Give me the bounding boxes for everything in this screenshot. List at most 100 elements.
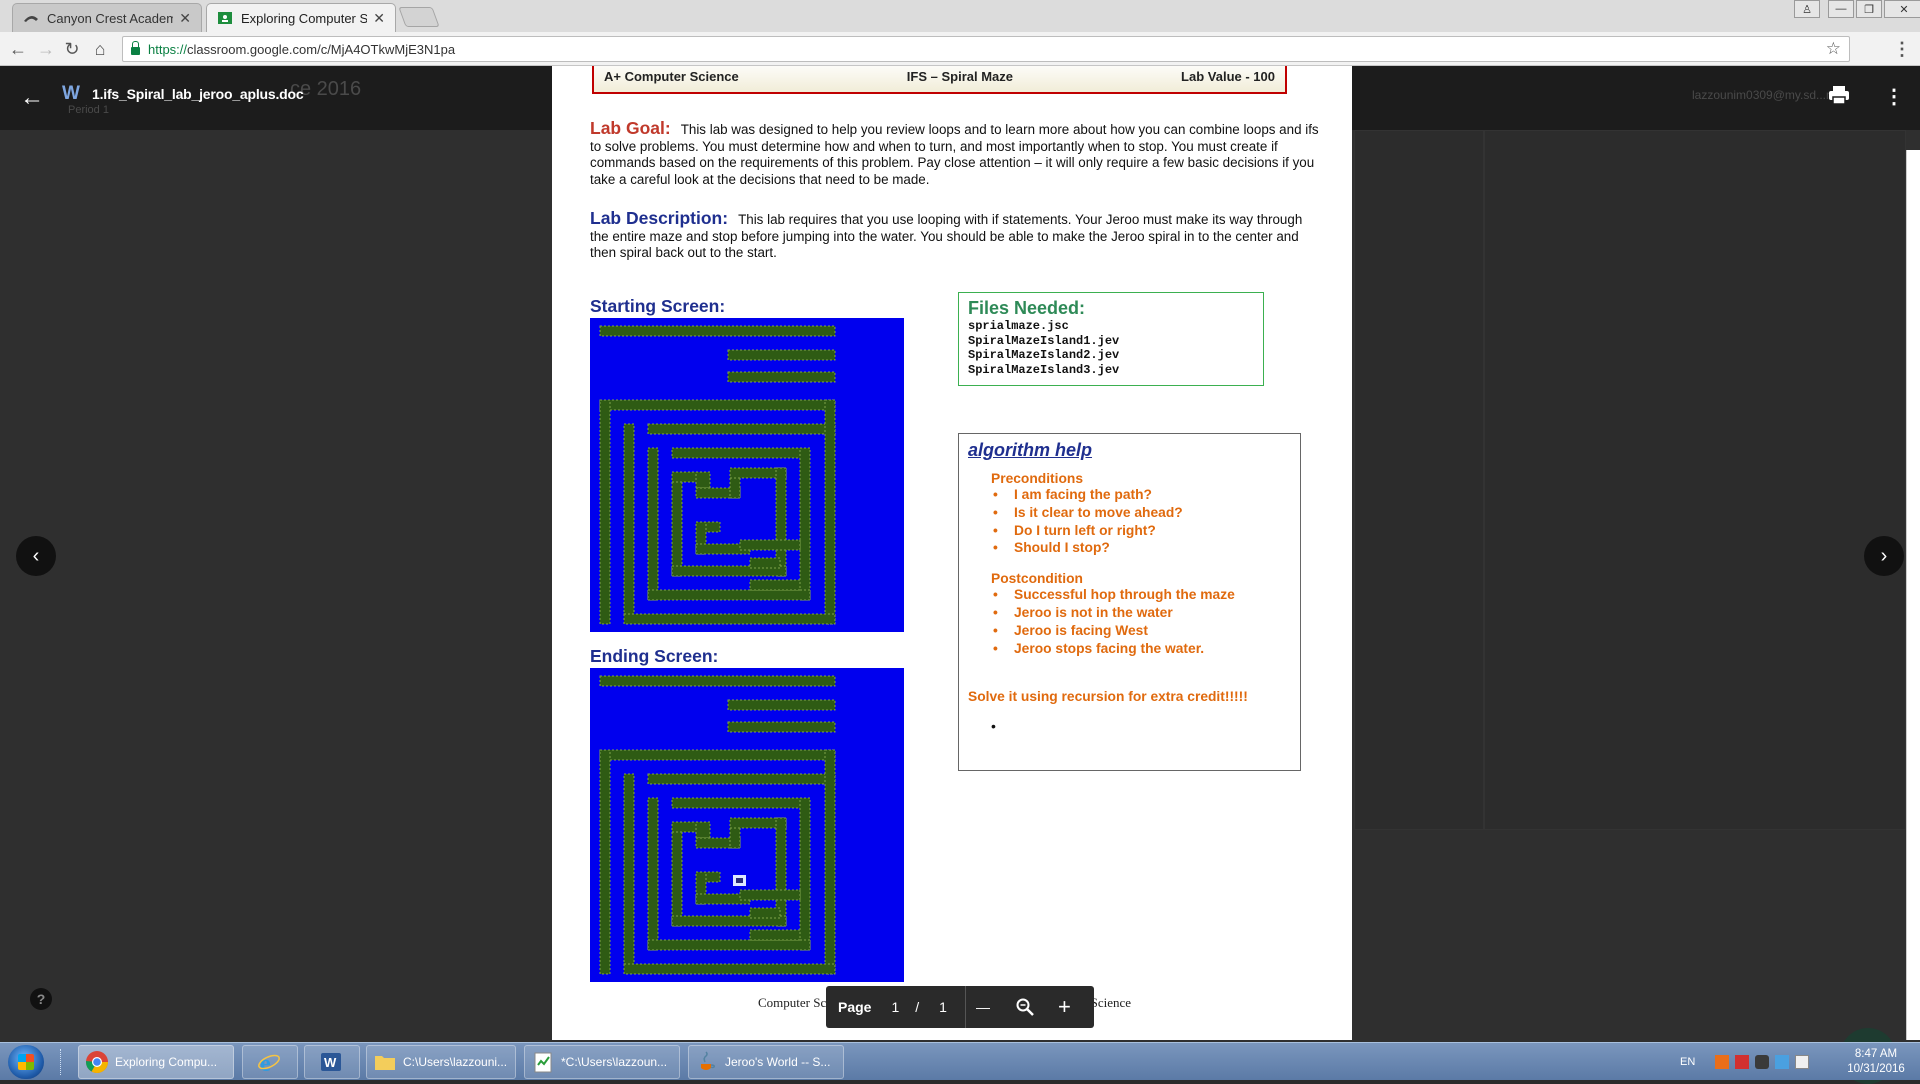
back-arrow-icon[interactable]: ← <box>20 84 44 112</box>
zoom-in-button[interactable]: + <box>1058 994 1071 1020</box>
hedge-segment <box>647 939 811 951</box>
hedge-segment <box>671 447 811 459</box>
hedge-segment <box>647 447 659 601</box>
tab-title: Exploring Computer Scie <box>241 10 368 26</box>
taskbar-label: Jeroo's World -- S... <box>725 1055 831 1069</box>
preconditions-list: I am facing the path? Is it clear to mov… <box>991 486 1291 557</box>
java-icon <box>701 1051 715 1070</box>
classroom-favicon-icon <box>218 12 232 24</box>
lock-icon <box>131 41 140 55</box>
address-bar[interactable]: https:// classroom.google.com/c/MjA4OTkw… <box>122 36 1850 62</box>
hedge-segment <box>739 889 801 901</box>
taskbar-jeroo-world[interactable]: Jeroo's World -- S... <box>688 1045 844 1079</box>
bookmark-star-icon[interactable]: ☆ <box>1826 39 1841 59</box>
hedge-segment <box>599 749 611 975</box>
next-file-icon[interactable]: › <box>1864 536 1904 576</box>
hedge-segment <box>647 589 811 601</box>
tab-exploring-cs[interactable]: Exploring Computer Scie ✕ <box>206 3 396 32</box>
header-lab-title: IFS – Spiral Maze <box>906 68 1013 84</box>
system-tray: EN <box>1680 1047 1815 1077</box>
taskbar-ie[interactable]: e <box>242 1045 298 1079</box>
url-scheme: https:// <box>148 41 188 57</box>
maze-drawing <box>599 325 836 625</box>
hedge-segment <box>799 447 811 601</box>
help-icon[interactable]: ? <box>30 988 52 1010</box>
hedge-segment <box>749 907 781 919</box>
list-item: Jeroo is facing West <box>991 622 1291 640</box>
hedge-segment <box>727 349 836 361</box>
print-icon[interactable] <box>1828 84 1850 106</box>
hedge-segment <box>599 399 611 625</box>
background-period: Period 1 <box>68 104 109 116</box>
hedge-segment <box>647 423 836 435</box>
profile-icon[interactable]: ♙ <box>1794 0 1820 18</box>
notepad-icon <box>534 1052 552 1073</box>
minimize-icon[interactable]: — <box>1828 0 1854 18</box>
header-lab-value: Lab Value - 100 <box>1181 68 1275 84</box>
zoom-icon[interactable] <box>1016 998 1034 1016</box>
restore-icon[interactable]: ❐ <box>1856 0 1882 18</box>
list-item: Should I stop? <box>991 539 1291 557</box>
page-control: Page 1 / 1 — + <box>826 986 1094 1028</box>
taskbar-word[interactable]: W <box>304 1045 360 1079</box>
page-total: 1 <box>939 999 947 1015</box>
window-controls: ♙ — ❐ ✕ <box>1792 0 1920 20</box>
start-button[interactable] <box>8 1045 44 1079</box>
browser-toolbar: ← → ↻ ⌂ https:// classroom.google.com/c/… <box>0 32 1920 66</box>
forward-icon[interactable]: → <box>36 39 56 59</box>
tab-canyon-crest[interactable]: Canyon Crest Academy - ✕ <box>12 3 202 32</box>
back-icon[interactable]: ← <box>8 39 28 59</box>
starting-maze-image <box>590 318 904 632</box>
network-tray-icon[interactable] <box>1755 1055 1770 1069</box>
page-current[interactable]: 1 <box>891 999 899 1015</box>
list-item: Successful hop through the maze <box>991 586 1291 604</box>
new-tab-button[interactable] <box>398 7 440 27</box>
lab-goal-text: This lab was designed to help you review… <box>590 122 1319 187</box>
tab-title: Canyon Crest Academy - <box>47 10 174 26</box>
hedge-segment <box>599 675 836 687</box>
hedge-segment <box>599 399 836 411</box>
scrollbar[interactable] <box>1906 150 1920 1040</box>
hedge-segment <box>671 821 683 927</box>
hedge-segment <box>623 613 836 625</box>
hedge-segment <box>824 399 836 625</box>
chrome-icon <box>86 1051 108 1073</box>
postcondition-heading: Postcondition <box>991 571 1083 587</box>
taskbar-jeroo-editor[interactable]: *C:\Users\lazzoun... <box>524 1045 680 1079</box>
more-options-icon[interactable]: ⋮ <box>1884 84 1904 109</box>
hedge-segment <box>623 773 635 975</box>
lab-goal-section: Lab Goal: This lab was designed to help y… <box>590 119 1320 188</box>
taskbar-explorer[interactable]: C:\Users\lazzouni... <box>366 1045 516 1079</box>
file-name: SpiralMazeIsland1.jev <box>968 333 1120 348</box>
previous-file-icon[interactable]: ‹ <box>16 536 56 576</box>
hedge-segment <box>599 749 836 761</box>
system-clock[interactable]: 8:47 AM 10/31/2016 <box>1838 1047 1914 1077</box>
file-name: sprialmaze.jsc <box>968 319 1069 333</box>
sync-tray-icon[interactable] <box>1775 1055 1790 1069</box>
preconditions-heading: Preconditions <box>991 471 1083 486</box>
files-needed-box: Files Needed: sprialmaze.jsc SpiralMazeI… <box>958 292 1264 386</box>
hedge-segment <box>824 749 836 975</box>
list-item: Is it clear to move ahead? <box>991 504 1291 522</box>
reload-icon[interactable]: ↻ <box>62 39 82 59</box>
taskbar-chrome[interactable]: Exploring Compu... <box>78 1045 234 1079</box>
browser-tabstrip: Canyon Crest Academy - ✕ Exploring Compu… <box>0 0 1920 32</box>
list-item: Jeroo is not in the water <box>991 604 1291 622</box>
app-tray-icon[interactable] <box>1715 1055 1730 1069</box>
language-indicator[interactable]: EN <box>1680 1056 1695 1068</box>
extra-credit-note: Solve it using recursion for extra credi… <box>968 689 1248 705</box>
list-item: Do I turn left or right? <box>991 522 1291 540</box>
home-icon[interactable]: ⌂ <box>90 39 110 59</box>
close-tab-icon[interactable]: ✕ <box>373 10 385 27</box>
lab-description-section: Lab Description: This lab requires that y… <box>590 208 1320 262</box>
close-window-icon[interactable]: ✕ <box>1884 0 1920 18</box>
volume-tray-icon[interactable] <box>1795 1055 1810 1069</box>
lab-description-heading: Lab Description: <box>590 208 729 228</box>
hedge-segment <box>671 797 811 809</box>
menu-icon[interactable]: ⋮ <box>1892 39 1912 59</box>
zoom-out-button[interactable]: — <box>976 999 990 1015</box>
lab-header-box: A+ Computer Science IFS – Spiral Maze La… <box>592 66 1287 94</box>
security-tray-icon[interactable] <box>1735 1055 1750 1069</box>
close-tab-icon[interactable]: ✕ <box>179 10 191 27</box>
hedge-segment <box>727 699 836 711</box>
